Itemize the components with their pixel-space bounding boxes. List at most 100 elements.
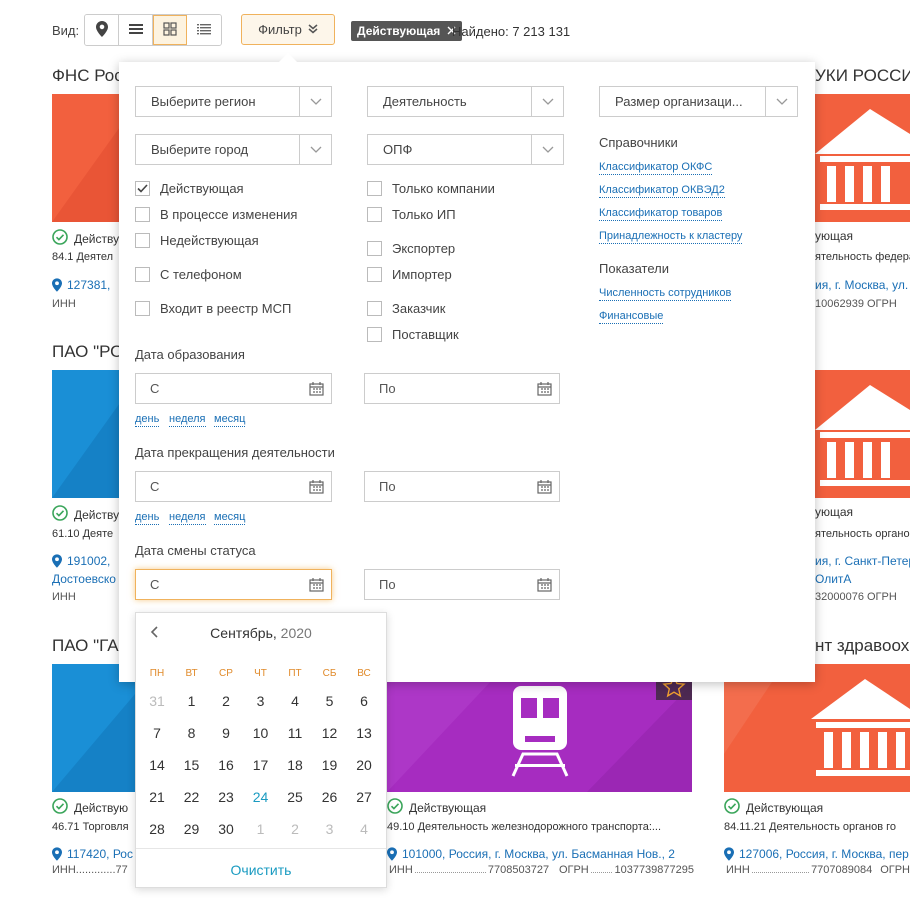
quick-month-link[interactable]: месяц <box>214 413 246 427</box>
card-image[interactable] <box>815 94 910 222</box>
link-employee-count[interactable]: Численность сотрудников <box>599 287 732 301</box>
checkbox-box[interactable] <box>135 267 150 282</box>
date-founded-to[interactable]: По <box>364 373 560 404</box>
activity-select[interactable]: Деятельность <box>367 86 564 117</box>
checkbox-companies-only[interactable]: Только компании <box>367 181 495 196</box>
card-title[interactable]: ПАО "РОС <box>52 342 122 362</box>
calendar-day[interactable]: 23 <box>209 789 243 805</box>
card-title[interactable]: УКИ РОССИ <box>815 66 910 86</box>
calendar-day[interactable]: 17 <box>244 757 278 773</box>
link-goods-classifier[interactable]: Классификатор товаров <box>599 207 723 221</box>
checkbox-customer[interactable]: Заказчик <box>367 301 445 316</box>
calendar-day[interactable]: 26 <box>313 789 347 805</box>
checkbox-msp-registry[interactable]: Входит в реестр МСП <box>135 301 291 316</box>
calendar-day[interactable]: 8 <box>175 725 209 741</box>
quick-day-link[interactable]: день <box>135 413 160 427</box>
checkbox-active[interactable]: Действующая <box>135 181 244 196</box>
calendar-day[interactable]: 14 <box>140 757 174 773</box>
view-grid-button[interactable] <box>153 15 187 45</box>
card-address[interactable]: 127381, <box>52 278 122 295</box>
card-address[interactable]: 101000, Россия, г. Москва, ул. Басманная… <box>387 847 692 864</box>
checkbox-supplier[interactable]: Поставщик <box>367 327 459 342</box>
calendar-day[interactable]: 24 <box>244 789 278 805</box>
checkbox-box[interactable] <box>367 241 382 256</box>
city-select[interactable]: Выберите город <box>135 134 332 165</box>
calendar-day[interactable]: 10 <box>244 725 278 741</box>
checkbox-box[interactable] <box>135 301 150 316</box>
checkbox-exporter[interactable]: Экспортер <box>367 241 455 256</box>
calendar-day[interactable]: 27 <box>347 789 381 805</box>
card-image[interactable] <box>52 664 135 792</box>
view-list-button[interactable] <box>119 15 153 45</box>
calendar-day[interactable]: 4 <box>278 693 312 709</box>
card-address[interactable]: ия, г. Санкт-Петер <box>815 554 910 568</box>
checkbox-box[interactable] <box>367 181 382 196</box>
calendar-day[interactable]: 19 <box>313 757 347 773</box>
calendar-day[interactable]: 29 <box>175 821 209 837</box>
card-image[interactable] <box>724 664 910 792</box>
calendar-day[interactable]: 16 <box>209 757 243 773</box>
calendar-day[interactable]: 5 <box>313 693 347 709</box>
link-financial[interactable]: Финансовые <box>599 310 664 324</box>
calendar-day[interactable]: 9 <box>209 725 243 741</box>
quick-month-link[interactable]: месяц <box>214 511 246 525</box>
quick-day-link[interactable]: день <box>135 511 160 525</box>
calendar-day[interactable]: 15 <box>175 757 209 773</box>
quick-week-link[interactable]: неделя <box>169 511 206 525</box>
calendar-day[interactable]: 7 <box>140 725 174 741</box>
calendar-day[interactable]: 28 <box>140 821 174 837</box>
card-address[interactable]: 127006, Россия, г. Москва, пер <box>724 847 910 864</box>
date-status-change-from[interactable]: С <box>135 569 332 600</box>
card-address-line2[interactable]: ОлитА <box>815 572 910 586</box>
card-title[interactable]: ФНС Рос <box>52 66 122 86</box>
calendar-day[interactable]: 1 <box>175 693 209 709</box>
calendar-day[interactable]: 2 <box>278 821 312 837</box>
calendar-day[interactable]: 31 <box>140 693 174 709</box>
link-cluster[interactable]: Принадлежность к кластеру <box>599 230 743 244</box>
card-address-line2[interactable]: Достоевско <box>52 572 122 586</box>
link-okfs[interactable]: Классификатор ОКФС <box>599 161 713 175</box>
checkbox-box[interactable] <box>135 207 150 222</box>
calendar-day[interactable]: 20 <box>347 757 381 773</box>
card-image[interactable] <box>815 370 910 498</box>
calendar-day[interactable]: 6 <box>347 693 381 709</box>
calendar-day[interactable]: 18 <box>278 757 312 773</box>
calendar-day[interactable]: 21 <box>140 789 174 805</box>
card-image[interactable] <box>387 664 692 792</box>
calendar-day[interactable]: 3 <box>244 693 278 709</box>
view-compact-list-button[interactable] <box>187 15 221 45</box>
calendar-day[interactable]: 22 <box>175 789 209 805</box>
date-status-change-to[interactable]: По <box>364 569 560 600</box>
link-okved2[interactable]: Классификатор ОКВЭД2 <box>599 184 725 198</box>
card-title[interactable]: нт здравоохр <box>815 636 910 656</box>
checkbox-box[interactable] <box>135 233 150 248</box>
card-image[interactable] <box>52 94 122 222</box>
date-terminated-from[interactable]: С <box>135 471 332 502</box>
checkbox-box[interactable] <box>135 181 150 196</box>
card-address[interactable]: 117420, Рос <box>52 847 135 864</box>
checkbox-ip-only[interactable]: Только ИП <box>367 207 456 222</box>
org-size-select[interactable]: Размер организаци... <box>599 86 798 117</box>
calendar-day[interactable]: 11 <box>278 725 312 741</box>
filter-button[interactable]: Фильтр <box>241 14 335 45</box>
calendar-day[interactable]: 25 <box>278 789 312 805</box>
view-map-button[interactable] <box>85 15 119 45</box>
calendar-day[interactable]: 30 <box>209 821 243 837</box>
date-terminated-to[interactable]: По <box>364 471 560 502</box>
checkbox-with-phone[interactable]: С телефоном <box>135 267 242 282</box>
checkbox-box[interactable] <box>367 327 382 342</box>
quick-week-link[interactable]: неделя <box>169 413 206 427</box>
checkbox-changing[interactable]: В процессе изменения <box>135 207 297 222</box>
calendar-day[interactable]: 13 <box>347 725 381 741</box>
calendar-day[interactable]: 2 <box>209 693 243 709</box>
card-title[interactable]: ПАО "ГАЗ <box>52 636 122 656</box>
calendar-day[interactable]: 3 <box>313 821 347 837</box>
card-image[interactable] <box>52 370 122 498</box>
card-address[interactable]: ия, г. Москва, ул. <box>815 278 910 292</box>
calendar-day[interactable]: 1 <box>244 821 278 837</box>
card-address[interactable]: 191002, <box>52 554 122 571</box>
date-founded-from[interactable]: С <box>135 373 332 404</box>
checkbox-importer[interactable]: Импортер <box>367 267 452 282</box>
calendar-day[interactable]: 4 <box>347 821 381 837</box>
checkbox-box[interactable] <box>367 207 382 222</box>
